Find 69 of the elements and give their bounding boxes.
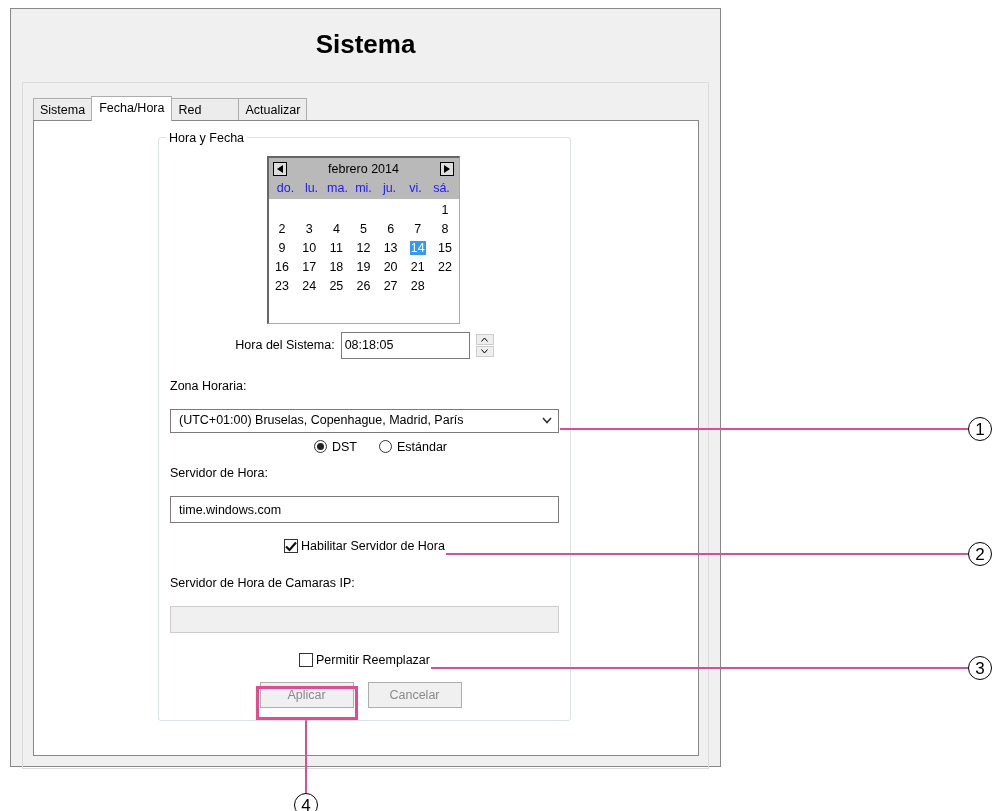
radio-label[interactable]: Estándar: [397, 437, 447, 457]
calendar-day[interactable]: 28: [409, 279, 426, 294]
checkbox-label[interactable]: Permitir Reemplazar: [316, 650, 430, 670]
callout-number: 3: [968, 656, 992, 680]
calendar-day[interactable]: 16: [274, 260, 290, 275]
calendar-day[interactable]: 5: [359, 222, 368, 237]
callout-number: 4: [294, 793, 318, 811]
calendar-day[interactable]: 26: [355, 279, 372, 294]
calendar-day[interactable]: 21: [409, 260, 426, 275]
weekday-label: ma.: [326, 179, 349, 197]
tab[interactable]: Sistema: [33, 98, 93, 120]
calendar-day[interactable]: 10: [301, 241, 318, 256]
calendar-day[interactable]: 27: [382, 279, 399, 294]
month-title: febrero 2014: [328, 160, 399, 178]
field-label: Servidor de Hora:: [170, 465, 269, 483]
calendar-day[interactable]: 7: [413, 222, 423, 237]
field-label: Servidor de Hora de Camaras IP:: [170, 574, 356, 592]
calendar-day[interactable]: 19: [355, 260, 372, 275]
radio-button[interactable]: [379, 440, 392, 454]
weekday-label: lu.: [303, 179, 320, 197]
time-field[interactable]: 08:18:05: [340, 331, 470, 359]
weekday-label: sá.: [432, 179, 451, 197]
chevron-down-icon: [542, 417, 552, 424]
callout-number: 1: [968, 417, 992, 441]
weekday-label: vi.: [408, 179, 423, 197]
previous-month-button[interactable]: [272, 162, 287, 177]
callout-number: 2: [968, 542, 992, 566]
caret-up-icon: [481, 336, 489, 342]
calendar-day[interactable]: 24: [301, 279, 318, 294]
calendar-day[interactable]: 6: [386, 222, 396, 237]
calendar-day[interactable]: 13: [382, 241, 399, 256]
checkbox[interactable]: [299, 652, 314, 667]
triangle-left-icon: [276, 165, 283, 174]
checkmark-icon: [285, 540, 298, 552]
tab[interactable]: Actualizar: [238, 98, 308, 120]
calendar-day[interactable]: 4: [331, 222, 341, 237]
checkbox[interactable]: [284, 539, 299, 554]
checkbox-label[interactable]: Habilitar Servidor de Hora: [301, 537, 445, 556]
weekday-label: do.: [275, 179, 296, 197]
timezone-dropdown[interactable]: (UTC+01:00) Bruselas, Copenhague, Madrid, París: [170, 408, 559, 433]
tab[interactable]: Red: [171, 98, 240, 120]
weekday-label: mi.: [354, 179, 373, 197]
radio-button[interactable]: [314, 440, 327, 454]
next-month-button[interactable]: [440, 162, 455, 177]
calendar-day[interactable]: 9: [277, 241, 287, 256]
calendar-day[interactable]: 15: [436, 241, 453, 256]
calendar-day[interactable]: 17: [301, 260, 318, 275]
calendar-day[interactable]: 12: [355, 241, 372, 256]
window-title: Sistema: [314, 28, 417, 61]
weekday-label: ju.: [381, 179, 398, 197]
tab[interactable]: Fecha/Hora: [91, 96, 173, 121]
spin-up-button[interactable]: [475, 333, 494, 345]
calendar-day[interactable]: 3: [304, 222, 314, 237]
calendar-day[interactable]: 20: [382, 260, 399, 275]
triangle-right-icon: [444, 165, 451, 174]
calendar-day[interactable]: 11: [328, 241, 344, 256]
field-label: Hora del Sistema:: [235, 336, 335, 354]
caret-down-icon: [481, 348, 489, 354]
calendar-day[interactable]: 18: [328, 260, 345, 275]
field-label: Zona Horaria:: [170, 377, 248, 395]
calendar-day[interactable]: 22: [436, 260, 453, 275]
time-server-field[interactable]: time.windows.com: [170, 496, 559, 523]
calendar-day[interactable]: 1: [440, 203, 450, 218]
spin-down-button[interactable]: [475, 345, 494, 357]
calendar-day[interactable]: 25: [328, 279, 345, 294]
calendar-day[interactable]: 2: [277, 222, 287, 237]
calendar-day[interactable]: 8: [440, 222, 450, 237]
radio-label[interactable]: DST: [332, 437, 357, 457]
calendar-day[interactable]: 23: [274, 279, 290, 294]
